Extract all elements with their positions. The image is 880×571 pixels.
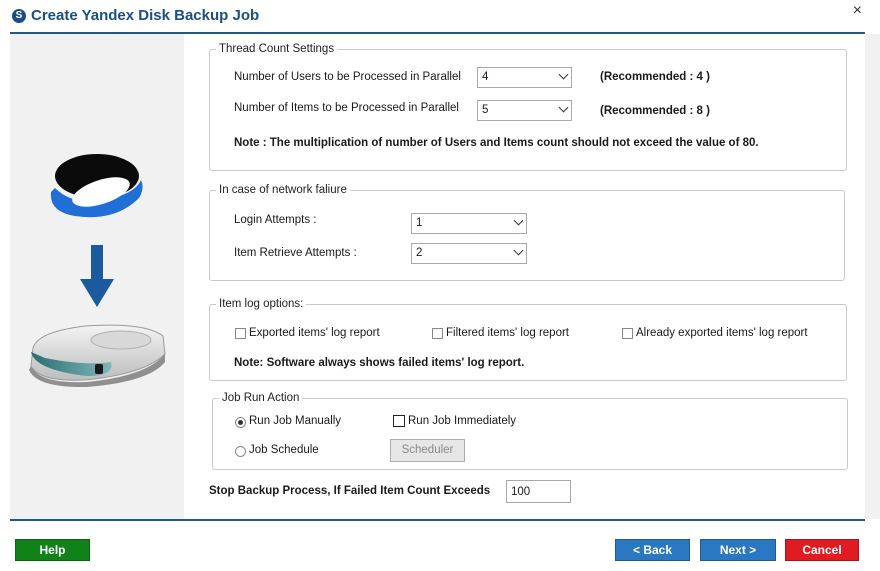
filtered-log-label: Filtered items' log report: [446, 327, 569, 339]
stop-backup-label: Stop Backup Process, If Failed Item Coun…: [209, 485, 491, 497]
already-exported-log-checkbox[interactable]: [622, 328, 633, 339]
chevron-down-icon: [558, 102, 569, 113]
cancel-button[interactable]: Cancel: [785, 539, 859, 561]
items-parallel-value: 5: [482, 104, 489, 116]
footer-divider: [10, 519, 865, 521]
window-title: Create Yandex Disk Backup Job: [31, 7, 260, 24]
retrieve-attempts-label: Item Retrieve Attempts :: [234, 247, 357, 259]
right-margin: [865, 34, 880, 519]
exported-log-label: Exported items' log report: [249, 327, 380, 339]
login-attempts-label: Login Attempts :: [234, 214, 317, 226]
job-schedule-radio[interactable]: [235, 446, 246, 457]
arrow-down-icon: [80, 245, 114, 307]
run-manually-radio[interactable]: [235, 417, 246, 428]
run-immediately-label: Run Job Immediately: [408, 415, 517, 427]
close-button[interactable]: ×: [853, 3, 862, 19]
help-button[interactable]: Help: [15, 539, 90, 561]
job-run-group: Job Run Action: [212, 392, 848, 470]
users-parallel-dropdown[interactable]: 4: [477, 67, 572, 88]
items-recommended: (Recommended : 8 ): [600, 105, 710, 117]
network-failure-legend: In case of network faliure: [219, 184, 347, 196]
hard-drive-icon: [29, 324, 166, 388]
app-logo-icon: S: [12, 9, 26, 23]
next-button[interactable]: Next >: [700, 539, 776, 561]
users-parallel-label: Number of Users to be Processed in Paral…: [234, 71, 461, 83]
network-failure-group: In case of network faliure: [209, 184, 845, 281]
items-parallel-dropdown[interactable]: 5: [477, 100, 572, 121]
title-bar: S Create Yandex Disk Backup Job ×: [0, 0, 880, 33]
users-recommended: (Recommended : 4 ): [600, 71, 710, 83]
chevron-down-icon: [513, 245, 524, 256]
thread-count-note: Note : The multiplication of number of U…: [234, 137, 759, 149]
run-manually-label: Run Job Manually: [249, 415, 342, 427]
already-exported-log-label: Already exported items' log report: [636, 327, 808, 339]
yandex-disk-cloud-icon: [50, 154, 143, 218]
log-options-note: Note: Software always shows failed items…: [234, 357, 525, 369]
failed-count-input[interactable]: 100: [506, 480, 571, 503]
exported-log-checkbox[interactable]: [235, 328, 246, 339]
login-attempts-dropdown[interactable]: 1: [411, 213, 527, 234]
back-button[interactable]: < Back: [615, 539, 690, 561]
log-options-legend: Item log options:: [219, 298, 304, 310]
chevron-down-icon: [513, 215, 524, 226]
chevron-down-icon: [558, 69, 569, 80]
job-run-legend: Job Run Action: [222, 392, 300, 404]
filtered-log-checkbox[interactable]: [432, 328, 443, 339]
users-parallel-value: 4: [482, 71, 489, 83]
items-parallel-label: Number of Items to be Processed in Paral…: [234, 102, 459, 114]
scheduler-button[interactable]: Scheduler: [390, 439, 465, 462]
job-schedule-label: Job Schedule: [249, 444, 319, 456]
run-immediately-checkbox[interactable]: [393, 415, 405, 427]
login-attempts-value: 1: [416, 217, 423, 229]
thread-count-legend: Thread Count Settings: [219, 43, 335, 55]
retrieve-attempts-dropdown[interactable]: 2: [411, 243, 527, 264]
retrieve-attempts-value: 2: [416, 247, 423, 259]
